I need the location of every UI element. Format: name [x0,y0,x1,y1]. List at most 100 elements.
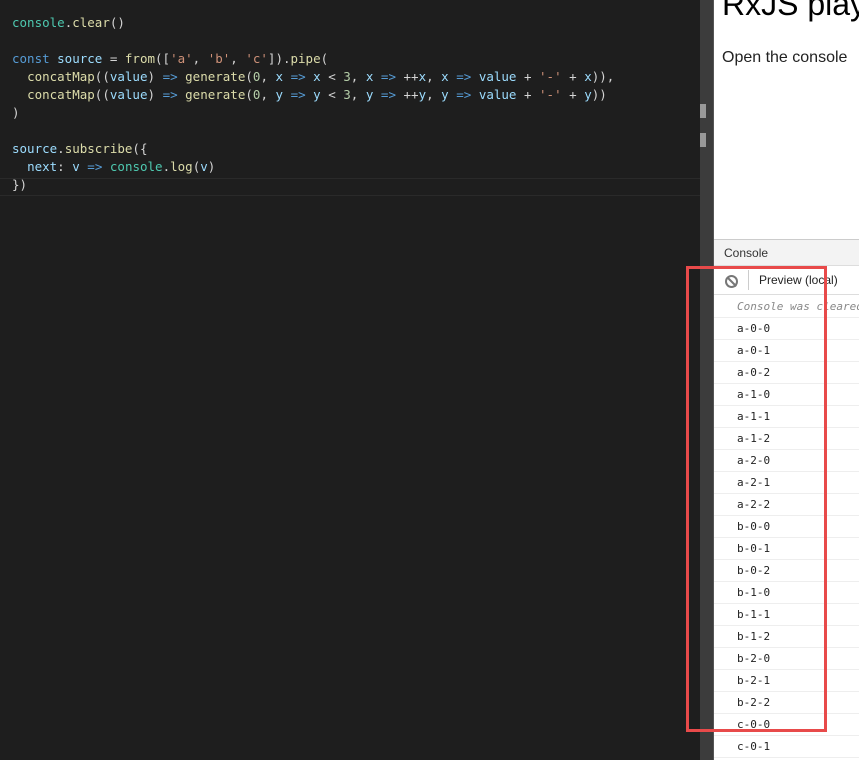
code-token: generate [185,69,246,84]
console-log-entry: a-2-2 [714,494,859,516]
console-log-entry: a-0-0 [714,318,859,340]
code-token: + [516,87,540,102]
code-token: , [230,51,246,66]
code-token: pipe [290,51,321,66]
code-token: '-' [539,69,562,84]
current-line-highlight [0,178,700,196]
console-log-entry: b-2-2 [714,692,859,714]
code-token: : [57,159,73,174]
code-token: source [12,141,58,156]
code-line: console.clear() [12,14,125,32]
editor-scrollbar[interactable] [700,0,714,760]
code-token: x [441,69,449,84]
code-token: = [102,51,125,66]
code-token: source [57,51,103,66]
code-token: }) [12,177,28,192]
code-token: , [350,69,366,84]
code-token: 'b' [207,51,231,66]
code-token: => [456,87,472,102]
code-token: ([ [155,51,171,66]
code-token: '-' [539,87,562,102]
code-token: value [478,69,517,84]
code-token: ) [147,87,163,102]
console-log-entry: a-2-1 [714,472,859,494]
code-token: y [584,87,592,102]
code-token: => [456,69,472,84]
code-token: => [162,69,178,84]
console-log-entry: b-1-1 [714,604,859,626]
console-log-entry: c-0-0 [714,714,859,736]
code-token: < [320,87,344,102]
console-log-entry: a-0-2 [714,362,859,384]
code-token: value [109,69,148,84]
code-line: const source = from(['a', 'b', 'c']).pip… [12,50,328,68]
clear-console-icon[interactable] [725,275,738,288]
console-log-entry: a-2-0 [714,450,859,472]
scrollbar-marker [700,104,706,118]
code-token: log [170,159,193,174]
code-token: . [162,159,171,174]
code-token: 3 [343,69,351,84]
code-token: y [441,87,449,102]
code-token: generate [185,87,246,102]
context-selector[interactable]: Preview (local) [759,273,838,287]
tab-console[interactable]: Console [714,239,859,266]
code-token: => [380,69,396,84]
code-token: . [57,141,65,156]
code-token: , [426,87,442,102]
code-token: next [27,159,58,174]
code-line: ) [12,104,20,122]
code-token: , [426,69,442,84]
code-token: 'a' [170,51,193,66]
code-line: concatMap((value) => generate(0, y => y … [12,86,607,104]
code-token: () [109,15,125,30]
code-token: + [561,69,585,84]
code-token: , [192,51,208,66]
console-log-entry: b-0-2 [714,560,859,582]
code-token: , [260,69,276,84]
code-token: concatMap [27,87,95,102]
code-token: ) [12,105,20,120]
console-log-list: Console was cleared a-0-0 a-0-1 a-0-2 a-1-0… [714,296,859,758]
code-line: concatMap((value) => generate(0, x => x … [12,68,614,86]
console-log-entry: a-1-0 [714,384,859,406]
code-token: => [380,87,396,102]
console-log-entry: b-2-1 [714,670,859,692]
code-token: < [320,69,344,84]
code-token: const [12,51,58,66]
code-token: ({ [132,141,148,156]
code-line: source.subscribe({ [12,140,147,158]
page-title: RxJS playground [722,0,859,22]
scrollbar-marker [700,133,706,147]
code-editor[interactable]: console.clear() const source = from(['a',… [0,0,700,760]
preview-pane: RxJS playground Open the console Console… [714,0,859,760]
code-token: ++ [395,69,419,84]
code-token: , [260,87,276,102]
console-toolbar: Preview (local) [714,266,859,295]
code-token: 3 [343,87,351,102]
code-token: x [313,69,321,84]
console-log-entry: c-0-1 [714,736,859,758]
code-token: (( [94,87,110,102]
code-token: from [124,51,155,66]
console-log-entry: b-0-0 [714,516,859,538]
code-token: ]). [267,51,291,66]
console-log-entry: a-0-1 [714,340,859,362]
code-token: + [561,87,585,102]
code-token: x [418,69,427,84]
code-token: v [200,159,208,174]
code-token: y [313,87,321,102]
code-token: => [87,159,103,174]
console-cleared-message: Console was cleared [714,296,859,318]
code-token: x [584,69,592,84]
page-text: Open the console [722,49,848,66]
code-token: value [478,87,517,102]
console-log-entry: b-1-2 [714,626,859,648]
